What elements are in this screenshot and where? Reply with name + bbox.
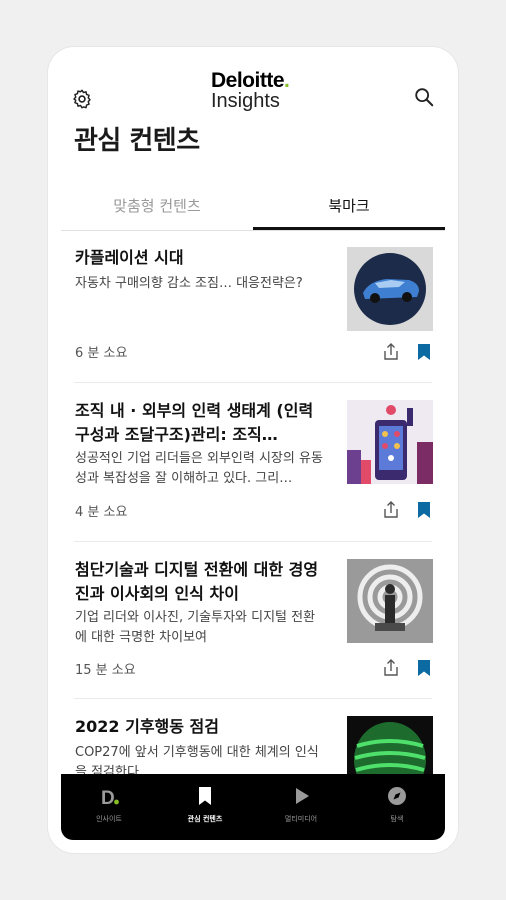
svg-text:D: D bbox=[101, 788, 115, 808]
device-frame: Deloitte. Insights 관심 컨텐츠 맞춤형 컨텐츠 북마크 카플… bbox=[48, 47, 458, 853]
search-icon[interactable] bbox=[413, 86, 435, 108]
bookmark-filled-icon[interactable] bbox=[418, 502, 430, 518]
content-tabs: 맞춤형 컨텐츠 북마크 bbox=[61, 188, 445, 231]
nav-item-bookmarks[interactable]: 관심 컨텐츠 bbox=[157, 774, 253, 840]
read-time: 15 분 소요 bbox=[75, 663, 136, 678]
read-time: 4 분 소요 bbox=[75, 505, 128, 520]
green-globe-thumbnail bbox=[347, 716, 433, 775]
article-title[interactable]: 첨단기술과 디지털 전환에 대한 경영진과 이사회의 인식 차이 bbox=[75, 558, 325, 606]
target-figure-thumbnail bbox=[347, 559, 433, 643]
blue-car-thumbnail bbox=[347, 247, 433, 331]
nav-label: 인사이트 bbox=[96, 815, 122, 823]
article-card[interactable]: 조직 내 · 외부의 인력 생태계 (인력구성과 조달구조)관리: 조직… 성공… bbox=[61, 383, 445, 541]
article-title[interactable]: 카플레이션 시대 bbox=[75, 246, 325, 270]
deloitte-d-icon: D bbox=[101, 788, 119, 808]
bookmark-filled-icon[interactable] bbox=[418, 660, 430, 676]
article-card[interactable]: 첨단기술과 디지털 전환에 대한 경영진과 이사회의 인식 차이 기업 리더와 … bbox=[61, 542, 445, 700]
nav-item-insights[interactable]: D 인사이트 bbox=[61, 774, 157, 840]
nav-label: 탐색 bbox=[390, 815, 404, 823]
bottom-navigation: D 인사이트 관심 컨텐츠 멀티미디어 탐색 bbox=[61, 774, 445, 840]
article-card[interactable]: 2022 기후행동 점검 COP27에 앞서 기후행동에 대한 체계의 인식을 … bbox=[61, 699, 445, 775]
city-smartphone-thumbnail bbox=[347, 400, 433, 484]
share-icon[interactable] bbox=[383, 501, 399, 519]
article-summary: 기업 리더와 이사진, 기술투자와 디지털 전환에 대한 극명한 차이보여 bbox=[75, 610, 316, 645]
article-title[interactable]: 2022 기후행동 점검 bbox=[75, 715, 325, 739]
article-summary: COP27에 앞서 기후행동에 대한 체계의 인식을 점검한다 bbox=[75, 745, 319, 775]
deloitte-insights-logo: Deloitte. Insights bbox=[211, 69, 290, 112]
share-icon[interactable] bbox=[383, 343, 399, 361]
article-title[interactable]: 조직 내 · 외부의 인력 생태계 (인력구성과 조달구조)관리: 조직… bbox=[75, 399, 325, 447]
bookmark-list: 카플레이션 시대 자동차 구매의향 감소 조짐… 대응전략은? 6 분 소요 조… bbox=[61, 230, 445, 775]
nav-label: 관심 컨텐츠 bbox=[187, 815, 223, 823]
tab-bookmarks[interactable]: 북마크 bbox=[253, 188, 445, 230]
play-icon bbox=[296, 788, 309, 804]
compass-icon bbox=[388, 787, 406, 805]
nav-item-multimedia[interactable]: 멀티미디어 bbox=[253, 774, 349, 840]
app-header: Deloitte. Insights bbox=[61, 60, 445, 120]
logo-sub-text: Insights bbox=[211, 90, 280, 112]
logo-dot: . bbox=[284, 69, 290, 92]
logo-main-text: Deloitte bbox=[211, 69, 285, 92]
nav-label: 멀티미디어 bbox=[284, 815, 318, 823]
article-summary: 자동차 구매의향 감소 조짐… 대응전략은? bbox=[75, 276, 303, 291]
article-card[interactable]: 카플레이션 시대 자동차 구매의향 감소 조짐… 대응전략은? 6 분 소요 bbox=[61, 230, 445, 388]
bookmark-filled-icon[interactable] bbox=[418, 344, 430, 360]
app-screen: Deloitte. Insights 관심 컨텐츠 맞춤형 컨텐츠 북마크 카플… bbox=[61, 60, 445, 840]
share-icon[interactable] bbox=[383, 659, 399, 677]
read-time: 6 분 소요 bbox=[75, 346, 128, 361]
tab-personalized[interactable]: 맞춤형 컨텐츠 bbox=[61, 188, 253, 230]
gear-icon[interactable] bbox=[71, 88, 93, 110]
nav-item-explore[interactable]: 탐색 bbox=[349, 774, 445, 840]
page-title: 관심 컨텐츠 bbox=[74, 126, 200, 156]
bookmark-icon bbox=[199, 787, 211, 805]
article-summary: 성공적인 기업 리더들은 외부인력 시장의 유동성과 복잡성을 잘 이해하고 있… bbox=[75, 451, 323, 486]
